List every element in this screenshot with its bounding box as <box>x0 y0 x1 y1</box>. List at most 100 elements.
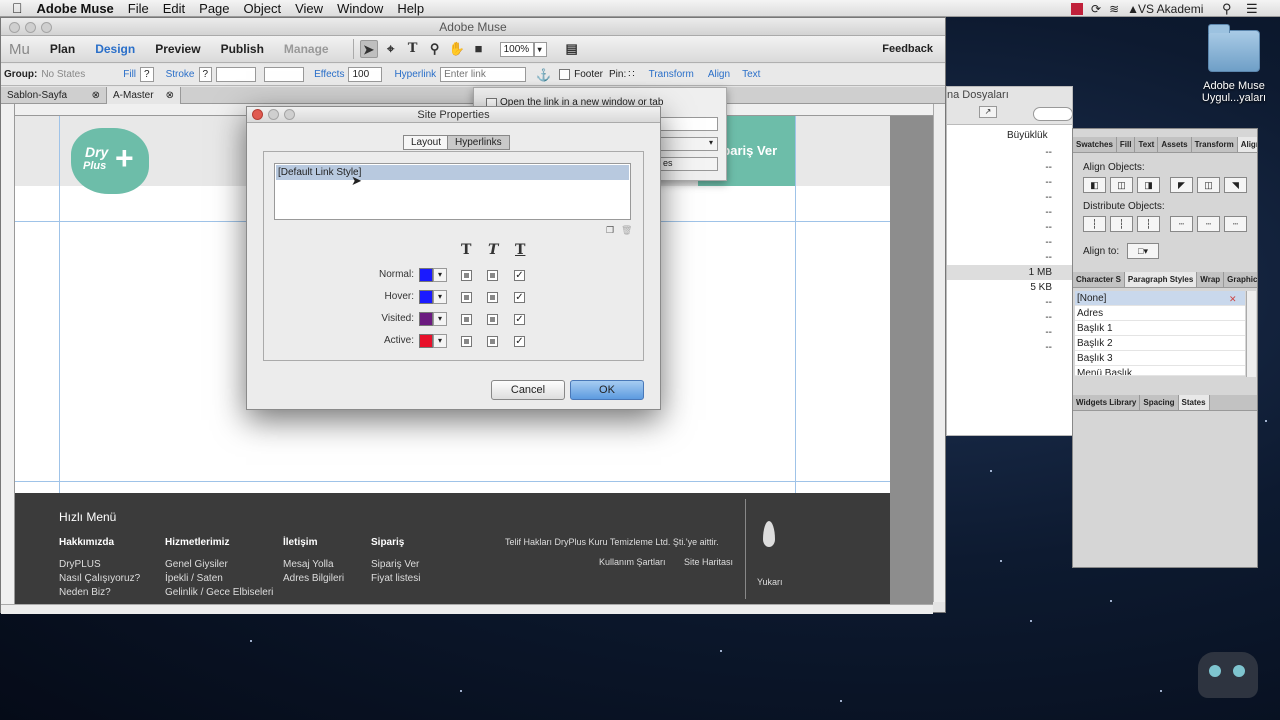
horizontal-scrollbar[interactable] <box>1 604 933 614</box>
align-dropdown[interactable]: Align <box>708 69 730 80</box>
paragraph-style-item[interactable]: Menü Başlık <box>1075 366 1245 376</box>
paragraph-style-item[interactable]: Adres <box>1075 306 1245 321</box>
align-top-icon[interactable]: ◤ <box>1170 177 1193 193</box>
selection-tool-icon[interactable]: ➤ <box>359 40 378 58</box>
footer-link[interactable]: Fiyat listesi <box>371 573 420 584</box>
crop-tool-icon[interactable]: ⌖ <box>382 40 400 58</box>
up-link[interactable]: Yukarı <box>757 577 783 587</box>
footer-col-title[interactable]: İletişim <box>283 537 317 548</box>
normal-underline-checkbox[interactable]: ✓ <box>514 270 525 281</box>
mode-manage[interactable]: Manage <box>284 42 329 56</box>
text-dropdown[interactable]: Text <box>742 69 760 80</box>
stroke-color-field[interactable]: ? <box>198 67 213 82</box>
tab-graphic-styles[interactable]: Graphic Sty <box>1224 272 1257 287</box>
hover-underline-checkbox[interactable]: ✓ <box>514 292 525 303</box>
stroke-width-field[interactable] <box>216 67 257 82</box>
feather-icon[interactable] <box>763 521 775 547</box>
tab-spacing[interactable]: Spacing <box>1140 395 1179 410</box>
close-tab-icon[interactable]: ⊗ <box>166 87 174 104</box>
footer-link[interactable]: DryPLUS <box>59 559 101 570</box>
footer-link[interactable]: Sipariş Ver <box>371 559 419 570</box>
footer-link[interactable]: Neden Biz? <box>59 587 111 598</box>
normal-color-swatch[interactable] <box>419 268 433 282</box>
zoom-dropdown-icon[interactable]: ▾ <box>533 41 547 57</box>
opacity-field[interactable]: 100 <box>348 67 383 82</box>
fill-dropdown[interactable]: Fill <box>123 69 136 80</box>
align-center-icon[interactable]: ◫ <box>1110 177 1133 193</box>
footer-link[interactable]: Gelinlik / Gece Elbiseleri <box>165 587 273 598</box>
spotlight-icon[interactable]: ⚲ <box>1222 0 1232 17</box>
hand-tool-icon[interactable]: ✋ <box>448 40 466 58</box>
vertical-ruler[interactable] <box>1 104 15 604</box>
active-color-dropdown[interactable]: ▾ <box>433 334 447 348</box>
tab-text[interactable]: Text <box>1135 137 1159 152</box>
vertical-scrollbar[interactable] <box>933 104 945 602</box>
paragraph-style-item[interactable]: Başlık 1 <box>1075 321 1245 336</box>
feedback-link[interactable]: Feedback <box>882 43 933 55</box>
minimize-window-button[interactable] <box>25 22 36 33</box>
delete-style-icon[interactable]: 🗑 <box>621 225 632 236</box>
link-style-list[interactable]: [Default Link Style] <box>274 163 631 220</box>
active-bold-checkbox[interactable] <box>461 336 472 347</box>
text-tool-icon[interactable]: T <box>404 40 422 58</box>
list-icon[interactable]: ☰ <box>1246 0 1258 17</box>
footer-checkbox[interactable] <box>559 69 571 80</box>
wifi-icon[interactable]: ≋ <box>1109 2 1119 16</box>
footer-col-title[interactable]: Sipariş <box>371 537 404 548</box>
footer-link[interactable]: İpekli / Saten <box>165 573 223 584</box>
tab-sablon-sayfa[interactable]: Sablon-Sayfa ⊗ <box>1 87 107 104</box>
visited-color-dropdown[interactable]: ▾ <box>433 312 447 326</box>
menu-window[interactable]: Window <box>337 1 383 16</box>
visited-bold-checkbox[interactable] <box>461 314 472 325</box>
share-icon[interactable]: ↗ <box>979 106 997 118</box>
paragraph-style-item[interactable]: Başlık 3 <box>1075 351 1245 366</box>
footer-link[interactable]: Nasıl Çalışıyoruz? <box>59 573 140 584</box>
menu-file[interactable]: File <box>128 1 149 16</box>
hyperlink-dropdown[interactable]: Hyperlink <box>394 69 436 80</box>
align-to-dropdown[interactable]: □▾ <box>1127 243 1159 259</box>
styles-scrollbar[interactable] <box>1246 291 1256 377</box>
close-window-button[interactable] <box>9 22 20 33</box>
tab-character-styles[interactable]: Character S <box>1073 272 1125 287</box>
transform-dropdown[interactable]: Transform <box>649 69 694 80</box>
normal-color-dropdown[interactable]: ▾ <box>433 268 447 282</box>
hyperlink-input[interactable] <box>440 67 527 82</box>
link-title-field[interactable] <box>660 117 718 131</box>
tab-assets[interactable]: Assets <box>1158 137 1192 152</box>
sync-icon[interactable]: ⟳ <box>1091 2 1101 16</box>
distribute-top-icon[interactable]: ┄ <box>1170 216 1193 232</box>
close-tab-icon[interactable]: ⊗ <box>92 87 100 104</box>
hover-color-swatch[interactable] <box>419 290 433 304</box>
apple-icon[interactable]:  <box>12 0 23 16</box>
paragraph-style-item[interactable]: [None] <box>1075 291 1245 306</box>
tab-align[interactable]: Align <box>1237 137 1257 152</box>
zoom-field[interactable]: 100% <box>499 41 534 57</box>
tab-wrap[interactable]: Wrap <box>1197 272 1225 287</box>
mode-plan[interactable]: Plan <box>50 42 75 56</box>
tab-paragraph-styles[interactable]: Paragraph Styles <box>1124 272 1198 287</box>
mode-publish[interactable]: Publish <box>221 42 264 56</box>
clear-style-icon[interactable]: ✕ <box>1229 294 1237 305</box>
fill-color-field[interactable]: ? <box>140 67 154 82</box>
size-header[interactable]: Büyüklük <box>1007 130 1048 141</box>
distribute-center-icon[interactable]: ┆ <box>1110 216 1133 232</box>
footer-link[interactable]: Mesaj Yolla <box>283 559 334 570</box>
ok-button[interactable]: OK <box>570 380 644 400</box>
recording-icon[interactable] <box>1071 2 1083 15</box>
mode-design[interactable]: Design <box>95 42 135 56</box>
new-style-icon[interactable]: ❐ <box>606 225 614 236</box>
minimize-dialog-button[interactable] <box>268 109 279 120</box>
effects-dropdown[interactable]: Effects <box>314 69 344 80</box>
tab-transform[interactable]: Transform <box>1192 137 1238 152</box>
mode-preview[interactable]: Preview <box>155 42 200 56</box>
footer-link[interactable]: Adres Bilgileri <box>283 573 344 584</box>
menu-page[interactable]: Page <box>199 1 229 16</box>
menu-help[interactable]: Help <box>397 1 424 16</box>
hover-color-dropdown[interactable]: ▾ <box>433 290 447 304</box>
footer-col-title[interactable]: Hizmetlerimiz <box>165 537 229 548</box>
folder-icon[interactable] <box>1208 24 1260 72</box>
corner-radius-field[interactable] <box>264 67 305 82</box>
assets-search-input[interactable] <box>1033 107 1073 121</box>
active-color-swatch[interactable] <box>419 334 433 348</box>
zoom-dialog-button[interactable] <box>284 109 295 120</box>
